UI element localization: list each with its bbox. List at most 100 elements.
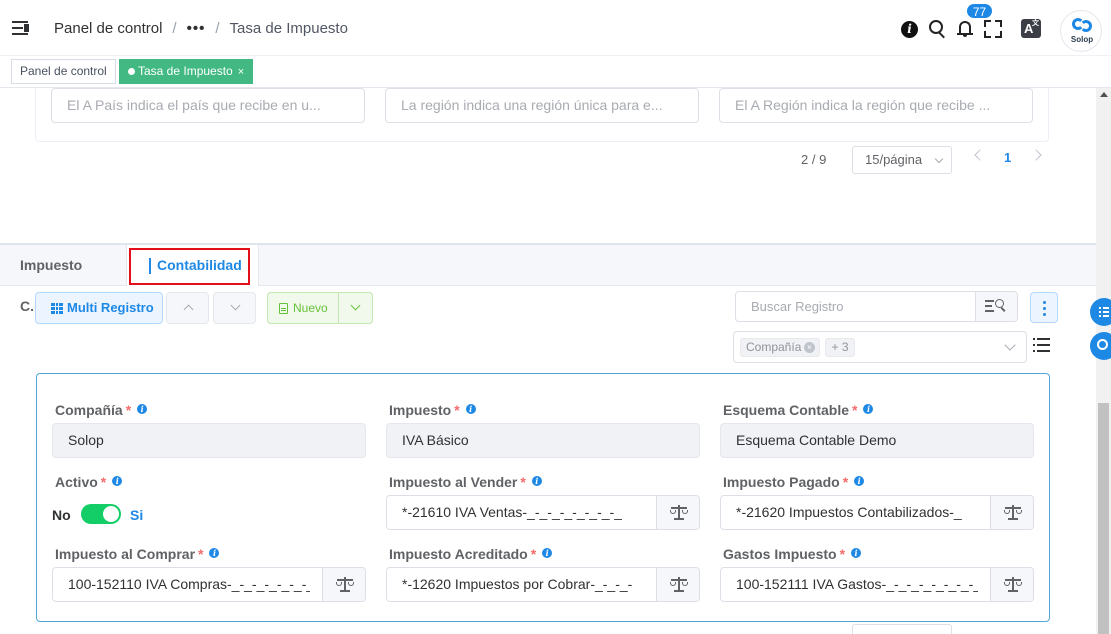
breadcrumb-ellipsis[interactable]: ••• [187,20,206,37]
page-size-select[interactable] [852,624,952,634]
tax-due-field[interactable]: *-21610 IVA Ventas-_-_-_-_-_-_-_-_ [386,495,700,530]
table-icon [51,303,63,314]
info-icon[interactable]: i [854,476,865,486]
multi-record-button[interactable]: Multi Registro [35,292,163,324]
tag-tasa-de-impuesto[interactable]: Tasa de Impuesto × [119,59,254,84]
switch-on-label: Si [130,507,144,523]
tag-label: Tasa de Impuesto [138,64,233,78]
region-to-input[interactable]: El A Región indica la región que recibe … [719,88,1033,123]
new-record-button[interactable]: Nuevo [267,292,373,324]
avatar[interactable]: Solop [1060,10,1102,52]
breadcrumb: Panel de control / ••• / Tasa de Impuest… [54,20,348,37]
info-icon[interactable]: i [137,404,148,414]
tax-label: Impuesto * i [389,402,476,418]
info-icon[interactable]: i [112,476,123,486]
account-lookup-button[interactable] [656,568,699,601]
translate-icon[interactable]: A文 [1021,19,1041,38]
tax-credit-field[interactable]: 100-152110 IVA Compras-_-_-_-_-_-_-_ [52,567,366,602]
tax-receivables-value: *-12620 Impuestos por Cobrar-_-_-_- [402,576,633,592]
tax-due-value: *-21610 IVA Ventas-_-_-_-_-_-_-_-_ [402,504,622,520]
column-more-chip: + 3 [825,338,855,357]
pagination: 2 / 9 15/página 1 [0,146,1111,174]
tax-receivables-field[interactable]: *-12620 Impuestos por Cobrar-_-_-_- [386,567,700,602]
required-mark: * [530,546,537,562]
required-mark: * [852,402,858,418]
fullscreen-icon[interactable] [984,20,1002,38]
page-number[interactable]: 1 [1004,150,1011,165]
info-icon[interactable]: i [542,548,553,558]
company-label: Compañía * i [55,402,148,418]
required-mark: * [454,402,460,418]
scrollbar-thumb[interactable] [1098,403,1109,634]
required-mark: * [198,546,204,562]
close-icon[interactable]: × [238,66,244,78]
list-icon[interactable] [1033,338,1050,353]
chevron-up-icon [183,304,194,315]
tab-impuesto-cp[interactable]: Impuesto C.P. [0,245,126,314]
switch-knob [103,506,119,522]
menu-fold-icon[interactable] [12,20,30,36]
multi-record-label: Multi Registro [67,300,154,315]
tax-liability-field[interactable]: *-21620 Impuestos Contabilizados-_ [720,495,1034,530]
column-chip-label: Compañía [746,340,802,354]
chevron-down-icon[interactable] [350,300,361,311]
info-icon[interactable]: i [531,476,542,486]
account-lookup-button[interactable] [322,568,365,601]
active-switch[interactable] [81,504,121,524]
pagination-total: 2 / 9 [801,152,827,167]
chevron-down-icon [934,154,944,164]
required-mark: * [520,474,526,490]
more-options-button[interactable] [1030,292,1058,323]
app-header: Panel de control / ••• / Tasa de Impuest… [0,0,1111,56]
breadcrumb-separator: / [215,20,220,37]
account-lookup-button[interactable] [656,496,699,529]
info-icon[interactable]: i [863,404,874,414]
chevron-down-icon [230,300,241,311]
page-size-value: 15/página [865,152,923,167]
tax-receivables-label: Impuesto Acreditado * i [389,546,553,562]
required-mark: * [125,402,132,418]
breadcrumb-separator: / [172,20,177,37]
breadcrumb-root[interactable]: Panel de control [54,20,162,37]
highlight-box [129,248,250,285]
next-record-button[interactable] [213,292,256,324]
filter-panel: El A País indica el país que recibe en u… [35,88,1049,142]
column-chip: Compañía × [740,338,820,357]
tax-due-label: Impuesto al Vender * i [389,474,542,490]
avatar-text: Solop [1070,35,1094,44]
account-lookup-button[interactable] [990,568,1033,601]
column-select[interactable]: Compañía × + 3 [733,331,1027,363]
prev-page-icon[interactable] [974,149,986,161]
search-record-input[interactable]: Buscar Registro [735,291,1018,322]
page-size-select[interactable]: 15/página [852,146,952,174]
tax-field: IVA Básico [386,423,700,458]
float-zoom-icon[interactable] [1090,332,1111,360]
info-icon[interactable]: i [851,548,862,558]
account-lookup-button[interactable] [990,496,1033,529]
info-icon[interactable]: i [465,404,476,414]
info-icon[interactable]: i [209,548,220,558]
required-mark: * [100,474,107,490]
switch-off-label: No [52,507,71,523]
balance-scale-icon [1004,505,1022,520]
region-input[interactable]: La región indica una región única para e… [385,88,699,123]
breadcrumb-current: Tasa de Impuesto [229,20,348,37]
float-list-icon[interactable] [1090,298,1111,326]
previous-record-button[interactable] [166,292,209,324]
bell-icon[interactable] [957,20,973,37]
pagination-bottom [0,624,1096,634]
scroll-up-icon[interactable] [1100,92,1108,97]
search-button[interactable] [975,292,1017,321]
search-icon[interactable] [929,20,947,39]
next-page-icon[interactable] [1030,149,1042,161]
tax-expense-field[interactable]: 100-152111 IVA Gastos-_-_-_-_-_-_-_-_ [720,567,1034,602]
tax-liability-label: Impuesto Pagado * i [723,474,865,490]
company-field: Solop [52,423,366,458]
document-icon [279,303,288,314]
country-to-input[interactable]: El A País indica el país que recibe en u… [51,88,365,123]
active-label: Activo * i [55,474,123,490]
info-icon[interactable]: i [901,21,918,38]
tag-panel-de-control[interactable]: Panel de control [11,59,116,84]
close-icon[interactable]: × [804,342,815,353]
balance-scale-icon [336,577,354,592]
